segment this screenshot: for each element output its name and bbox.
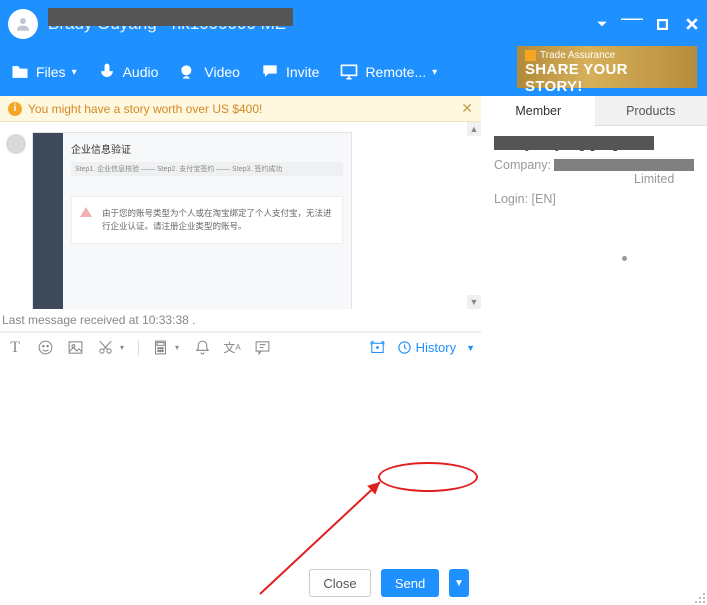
last-message-status: Last message received at 10:33:38 . — [0, 309, 481, 332]
invite-label: Invite — [286, 64, 319, 80]
close-window-button[interactable] — [677, 9, 707, 39]
remote-button[interactable]: Remote... ▾ — [339, 62, 437, 82]
send-button[interactable]: Send — [381, 569, 439, 597]
company-label: Company: — [494, 158, 551, 172]
member-panel: Brady Ouyang [EN] Company: Limited Login… — [482, 126, 707, 216]
close-label: Close — [323, 576, 356, 591]
company-suffix: Limited — [634, 172, 674, 186]
invite-button[interactable]: Invite — [260, 62, 319, 82]
compose-toolbar: T ▾ ▾ 文A History ▼ — [0, 332, 481, 362]
remote-label: Remote... — [365, 64, 426, 80]
clock-icon — [397, 340, 412, 355]
banner-line1: Trade Assurance — [540, 50, 615, 61]
tab-member[interactable]: Member — [482, 96, 595, 126]
contact-avatar — [8, 9, 38, 39]
scroll-up-button[interactable]: ▲ — [467, 122, 481, 136]
scroll-down-button[interactable]: ▼ — [467, 295, 481, 309]
maximize-button[interactable] — [647, 9, 677, 39]
bubble-title: 企业信息验证 — [71, 141, 343, 156]
remote-caret-icon: ▾ — [432, 67, 437, 78]
translate-icon[interactable]: 文A — [223, 339, 241, 357]
title-redaction — [48, 8, 293, 26]
files-button[interactable]: Files ▾ — [10, 62, 77, 82]
bell-icon[interactable] — [193, 339, 211, 357]
image-icon[interactable] — [66, 339, 84, 357]
tab-products[interactable]: Products — [595, 96, 707, 126]
history-label: History — [416, 340, 456, 355]
close-chat-button[interactable]: Close — [309, 569, 371, 597]
minimize-button[interactable]: — — [617, 9, 647, 39]
video-label: Video — [204, 64, 240, 80]
audio-button[interactable]: Audio — [97, 62, 159, 82]
screenshot-icon[interactable] — [369, 339, 387, 357]
company-line: Company: Limited — [494, 158, 695, 186]
company-redaction — [554, 159, 694, 171]
notice-text: You might have a story worth over US $40… — [28, 102, 262, 116]
toolbar-separator — [138, 340, 139, 356]
notice-bar[interactable]: i You might have a story worth over US $… — [0, 96, 481, 122]
loading-dot — [622, 256, 627, 261]
message-image-bubble[interactable]: 企业信息验证 Step1. 企业信息核验 —— Step2. 支付宝签约 —— … — [32, 132, 352, 309]
info-icon: i — [8, 102, 22, 116]
audio-label: Audio — [123, 64, 159, 80]
send-label: Send — [395, 576, 425, 591]
compose-input[interactable] — [0, 362, 481, 561]
files-caret-icon: ▾ — [72, 67, 77, 78]
resize-grip[interactable] — [693, 591, 705, 603]
bubble-steps: Step1. 企业信息核验 —— Step2. 支付宝签约 —— Step3. … — [71, 162, 343, 176]
tab-products-label: Products — [626, 104, 675, 118]
sender-avatar — [6, 134, 26, 154]
files-label: Files — [36, 64, 66, 80]
history-caret-icon[interactable]: ▼ — [466, 343, 475, 353]
font-icon[interactable]: T — [6, 339, 24, 357]
member-name: Brady Ouyang [EN] — [494, 136, 695, 152]
login-line: Login: [EN] — [494, 192, 695, 206]
tab-member-label: Member — [515, 104, 561, 118]
quick-phrase-icon[interactable] — [253, 339, 271, 357]
name-redaction — [494, 136, 654, 150]
trade-assurance-banner[interactable]: Trade Assurance SHARE YOUR STORY! — [517, 46, 697, 88]
notice-close-button[interactable]: ✕ — [461, 100, 473, 117]
cut-caret-icon[interactable]: ▾ — [118, 339, 126, 357]
window-menu-caret[interactable] — [587, 9, 617, 39]
shield-icon — [525, 50, 536, 61]
chat-scrollbar[interactable]: ▲ ▼ — [467, 122, 481, 309]
cut-icon[interactable] — [96, 339, 114, 357]
banner-line2: SHARE YOUR STORY! — [525, 61, 689, 95]
chat-history-area: 企业信息验证 Step1. 企业信息核验 —— Step2. 支付宝签约 —— … — [0, 122, 481, 309]
bubble-alert: 由于您的账号类型为个人或在淘宝绑定了个人支付宝，无法进行企业认证。请注册企业类型… — [71, 196, 343, 244]
send-options-button[interactable]: ▼ — [449, 569, 469, 597]
calculator-icon[interactable] — [151, 339, 169, 357]
calc-caret-icon[interactable]: ▾ — [173, 339, 181, 357]
video-button[interactable]: Video — [178, 62, 240, 82]
emoji-icon[interactable] — [36, 339, 54, 357]
history-button[interactable]: History — [393, 340, 460, 355]
